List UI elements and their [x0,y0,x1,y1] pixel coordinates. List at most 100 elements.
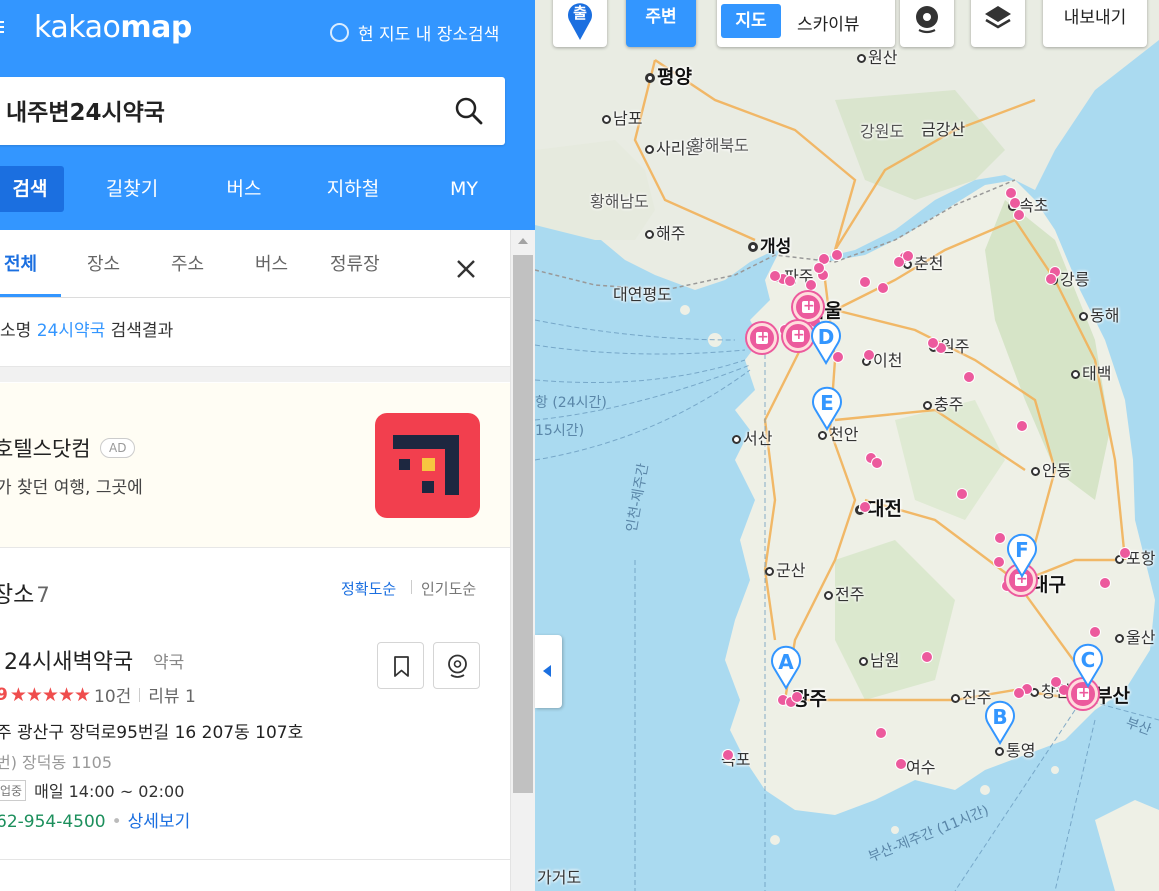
map-label-geumgangsan[interactable]: 금강산 [921,116,965,140]
show-on-map-button[interactable] [433,642,480,689]
pharmacy-poi-marker[interactable] [1099,577,1111,589]
pharmacy-poi-marker[interactable] [722,749,734,761]
pharmacy-poi-marker[interactable] [871,457,883,469]
map-label-kaesong[interactable]: 개성 [748,232,791,257]
list-item[interactable]: 24시새벽약국 약국 9 ★★★★★ 10건 리뷰 1 주 광산구 장덕로95번… [0,630,510,860]
pharmacy-poi-marker[interactable] [859,501,871,513]
map-label-seosan[interactable]: 서산 [732,425,772,449]
map-label-andong[interactable]: 안동 [1031,457,1071,481]
pharmacy-poi-marker[interactable] [791,691,803,703]
map-label-gageodo[interactable]: 가거도 [537,864,581,888]
export-button[interactable]: 내보내기 [1043,0,1147,47]
pharmacy-poi-marker[interactable] [1119,547,1131,559]
pharmacy-poi-marker[interactable] [921,651,933,663]
tab-bus[interactable]: 버스 [218,166,270,212]
result-marker-b[interactable]: B [983,699,1017,745]
panel-collapse-button[interactable] [535,635,562,708]
scrollbar[interactable] [510,230,535,891]
bookmark-button[interactable] [377,642,424,689]
map-label-namwon[interactable]: 남원 [859,647,899,671]
pharmacy-poi-marker[interactable] [1009,197,1021,209]
map-label-daeyeonpyeong[interactable]: 대연평도 [613,281,672,305]
pharmacy-poi-marker[interactable] [1045,273,1057,285]
sort-popularity[interactable]: 인기도순 [421,578,476,599]
tab-directions[interactable]: 길찾기 [100,166,164,212]
map-label-pyongyang[interactable]: 평양 [645,62,692,89]
city-dot-icon [645,73,655,83]
start-button-label: 출 [573,4,587,22]
location-button[interactable] [900,0,954,47]
detail-link[interactable]: 상세보기 [128,812,191,832]
pharmacy-poi-marker[interactable] [859,276,871,288]
pharmacy-poi-marker[interactable] [1013,209,1025,221]
result-note-prefix: 소명 [0,321,37,341]
phone-number[interactable]: 62-954-4500 [0,812,106,832]
close-icon[interactable] [454,257,478,281]
place-name[interactable]: 24시새벽약국 [4,644,133,676]
pharmacy-poi-marker[interactable] [875,727,887,739]
filter-address[interactable]: 주소 [171,250,204,276]
map-label-yeosu[interactable]: 여수 [906,754,935,778]
menu-icon[interactable] [0,18,8,38]
filter-stop[interactable]: 정류장 [330,250,380,276]
pharmacy-poi-marker[interactable] [1089,626,1101,638]
map-label-taebaek[interactable]: 태백 [1071,360,1111,384]
scrollbar-thumb[interactable] [513,255,533,793]
filter-bus[interactable]: 버스 [255,250,288,276]
map-label-haeju[interactable]: 해주 [645,220,685,244]
pharmacy-poi-marker[interactable] [1016,420,1028,432]
pharmacy-poi-marker[interactable] [769,270,781,282]
pharmacy-poi-marker[interactable] [895,758,907,770]
map-label-wonsan[interactable]: 원산 [857,44,897,68]
area-search-toggle[interactable]: 현 지도 내 장소검색 [330,20,499,45]
layers-button[interactable] [971,0,1025,47]
pharmacy-poi-marker[interactable] [784,275,796,287]
map-canvas[interactable]: 평양 남포 사리원 황해북도 황해남도 해주 개성 강원도 금강산 원산 속초 … [535,0,1159,891]
pharmacy-poi-marker[interactable] [831,249,843,261]
filter-place[interactable]: 장소 [87,250,120,276]
map-label-jeonju[interactable]: 전주 [824,581,864,605]
map-label-nampo[interactable]: 남포 [602,105,642,129]
rating-count[interactable]: 10건 [94,682,131,707]
pharmacy-poi-marker[interactable] [927,337,939,349]
pharmacy-cluster[interactable] [793,292,823,322]
tab-subway[interactable]: 지하철 [320,166,386,212]
pharmacy-poi-marker[interactable] [863,349,875,361]
map-label-ulsan[interactable]: 울산 [1115,624,1155,648]
map-type-map[interactable]: 지도 [721,4,781,38]
search-input[interactable] [6,92,426,128]
pharmacy-poi-marker[interactable] [805,279,817,291]
result-marker-c[interactable]: C [1071,642,1105,688]
logo[interactable]: kakaomap [34,10,192,45]
start-point-button[interactable]: 출 [553,0,607,47]
review-count[interactable]: 리뷰 1 [148,682,196,707]
ad-banner[interactable]: 호텔스닷컴 AD 가 찾던 여행, 그곳에 [0,383,510,548]
result-marker-a[interactable]: A [769,644,803,690]
pharmacy-poi-marker[interactable] [902,250,914,262]
sort-accuracy[interactable]: 정확도순 [341,578,396,599]
pharmacy-poi-marker[interactable] [993,556,1005,568]
search-icon[interactable] [451,93,487,129]
result-marker-f[interactable]: F [1005,532,1039,578]
map-type-skyview[interactable]: 스카이뷰 [797,10,860,35]
pharmacy-poi-marker[interactable] [813,262,825,274]
tab-search[interactable]: 검색 [0,166,64,212]
result-marker-d[interactable]: D [809,319,843,365]
filter-all[interactable]: 전체 [4,250,37,276]
pharmacy-poi-marker[interactable] [963,371,975,383]
scroll-up-icon[interactable] [518,238,528,244]
ad-logo[interactable] [375,413,480,518]
ad-title[interactable]: 호텔스닷컴 [0,433,91,463]
pharmacy-poi-marker[interactable] [956,488,968,500]
list-item[interactable] [0,861,510,891]
pharmacy-poi-marker[interactable] [877,282,889,294]
result-note-keyword[interactable]: 24시약국 [37,321,106,341]
map-label-chungju[interactable]: 충주 [923,391,963,415]
map-label-gunsan[interactable]: 군산 [765,557,805,581]
tab-my[interactable]: MY [444,166,484,212]
pharmacy-cluster[interactable] [747,323,777,353]
nearby-button[interactable]: 주변 [626,0,696,47]
result-marker-e[interactable]: E [810,385,844,431]
map-label-donghae[interactable]: 동해 [1079,302,1119,326]
pharmacy-poi-marker[interactable] [1013,687,1025,699]
